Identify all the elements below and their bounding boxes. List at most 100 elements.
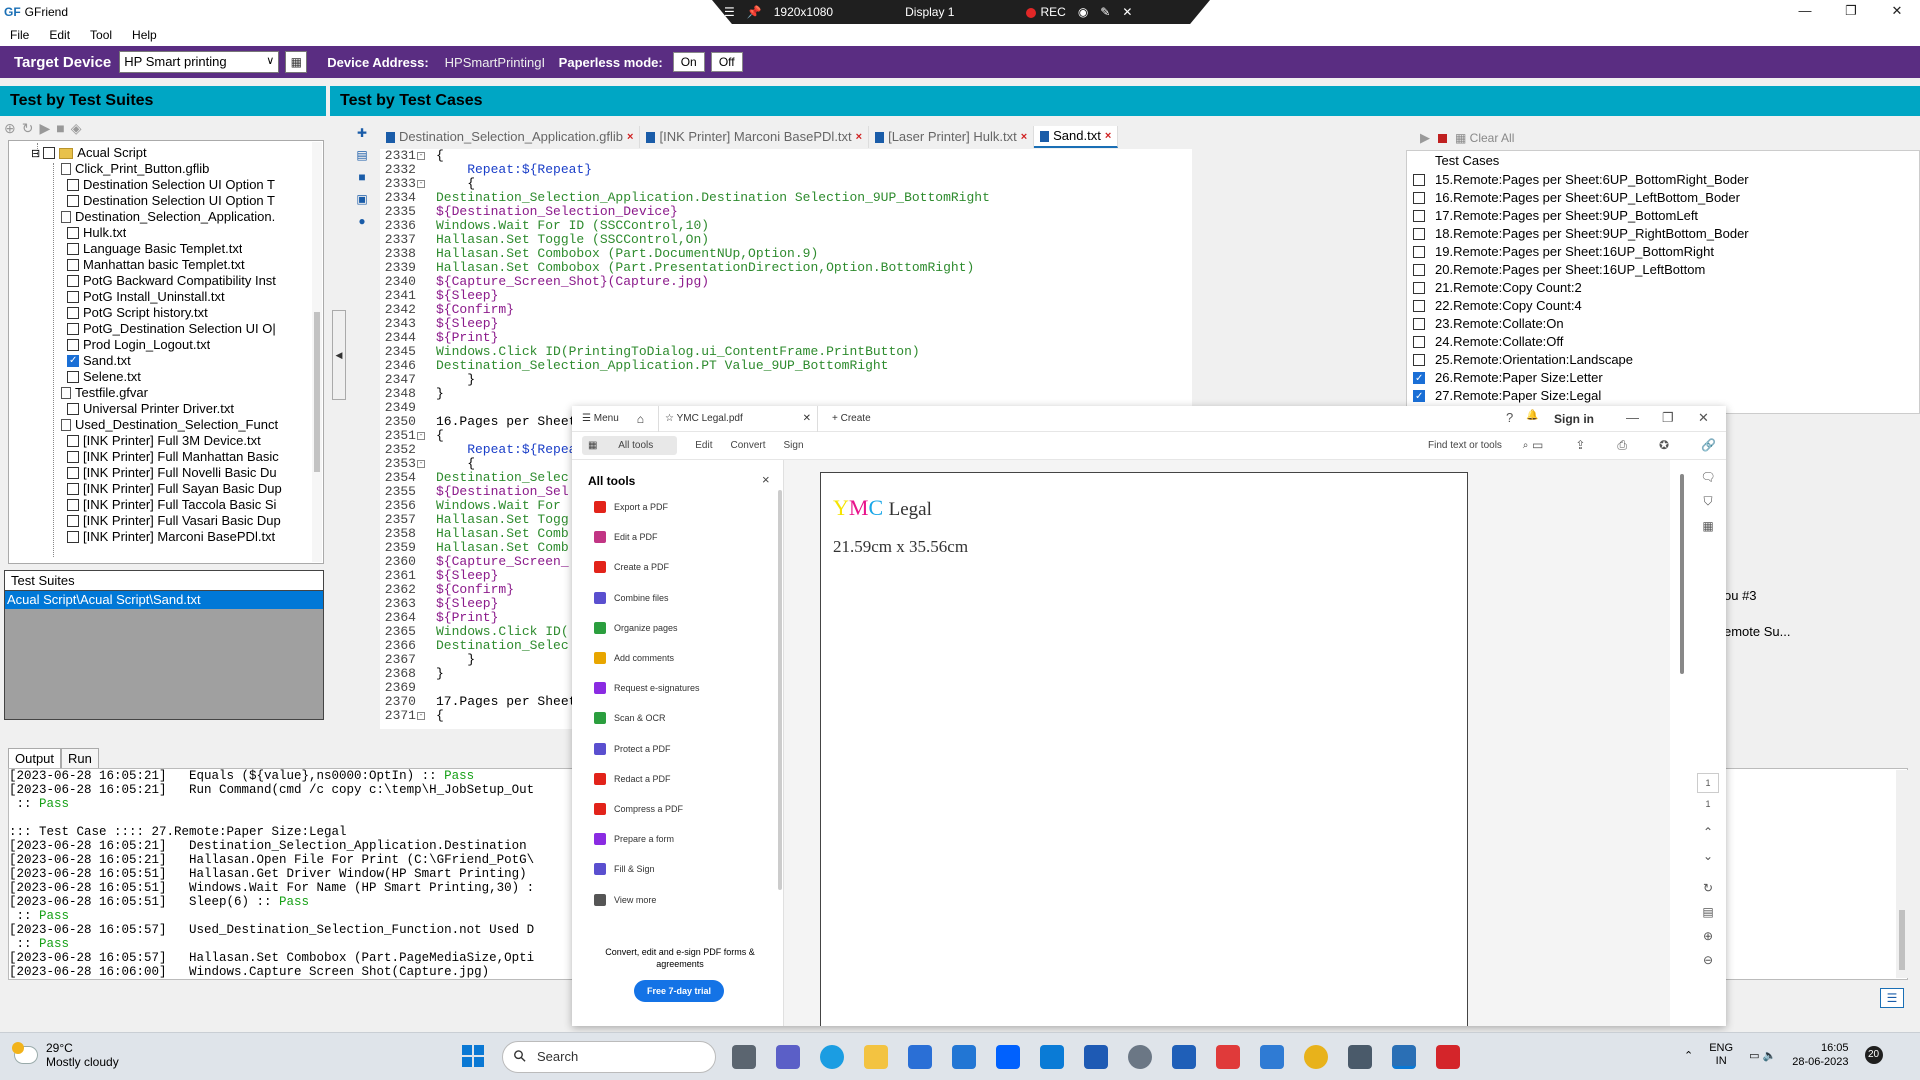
- sign-tab[interactable]: Sign: [784, 440, 804, 451]
- tree-item[interactable]: [INK Printer] Full Manhattan Basic: [67, 449, 279, 465]
- tree-item[interactable]: Destination Selection UI Option T: [67, 193, 275, 209]
- tree-item[interactable]: [INK Printer] Full Novelli Basic Du: [67, 465, 277, 481]
- tree-item[interactable]: Language Basic Templet.txt: [67, 241, 242, 257]
- test-case-item[interactable]: 27.Remote:Paper Size:Legal: [1407, 387, 1919, 406]
- file-explorer-icon[interactable]: [864, 1045, 888, 1069]
- tree-checkbox[interactable]: [67, 274, 79, 287]
- taskbar-search[interactable]: Search: [502, 1041, 716, 1073]
- tree-item[interactable]: Universal Printer Driver.txt: [67, 401, 234, 417]
- test-case-checkbox[interactable]: [1413, 353, 1425, 366]
- all-tools-close-icon[interactable]: ×: [762, 472, 770, 487]
- test-case-checkbox[interactable]: [1413, 281, 1425, 294]
- test-case-item[interactable]: 16.Remote:Pages per Sheet:6UP_LeftBottom…: [1407, 189, 1919, 207]
- comment-icon[interactable]: 🗨: [1700, 470, 1715, 484]
- mobaxterm-icon[interactable]: [1040, 1045, 1064, 1069]
- tree-item[interactable]: Used_Destination_Selection_Funct: [61, 417, 278, 433]
- menu-edit[interactable]: Edit: [39, 28, 80, 42]
- gfriend-taskbar-icon[interactable]: [1392, 1045, 1416, 1069]
- code-line[interactable]: Destination_Selection_Application.Destin…: [436, 191, 1192, 205]
- tools-scrollbar[interactable]: [778, 490, 782, 890]
- test-case-item[interactable]: 26.Remote:Paper Size:Letter: [1407, 369, 1919, 388]
- save-icon[interactable]: ■: [355, 170, 369, 184]
- page-extract-icon[interactable]: ▤: [1702, 905, 1713, 919]
- fold-toggle-icon[interactable]: -: [417, 712, 425, 720]
- clock[interactable]: 16:05 28-06-2023: [1792, 1041, 1848, 1069]
- tree-checkbox[interactable]: [67, 450, 79, 463]
- tree-item[interactable]: Testfile.gfvar: [61, 385, 148, 401]
- save-all-icon[interactable]: ▣: [355, 192, 369, 206]
- new-file-icon[interactable]: ✚: [355, 126, 369, 140]
- ai-assistant-icon[interactable]: ✪: [1659, 438, 1669, 453]
- recorder-rec-button[interactable]: REC: [1026, 5, 1066, 19]
- test-case-item[interactable]: 18.Remote:Pages per Sheet:9UP_RightBotto…: [1407, 225, 1919, 243]
- fold-toggle-icon[interactable]: -: [417, 152, 425, 160]
- save-pdf-icon[interactable]: ▭: [1532, 438, 1543, 453]
- tree-checkbox[interactable]: [67, 514, 79, 527]
- tool-item[interactable]: Organize pages: [594, 619, 678, 637]
- print-icon[interactable]: ⎙: [1617, 438, 1627, 453]
- target-device-select[interactable]: HP Smart printing: [119, 51, 280, 73]
- run-icon[interactable]: ▶: [1420, 130, 1430, 146]
- tree-checkbox[interactable]: [67, 306, 79, 319]
- settings-icon[interactable]: ◈: [71, 120, 82, 137]
- code-line[interactable]: Repeat:${Repeat}: [436, 163, 1192, 177]
- test-case-item[interactable]: 24.Remote:Collate:Off: [1407, 333, 1919, 351]
- network-volume-icon[interactable]: ▭ 🔈: [1749, 1049, 1776, 1062]
- tree-item[interactable]: Destination_Selection_Application.: [61, 209, 275, 225]
- menu-file[interactable]: File: [0, 28, 39, 42]
- tool-item[interactable]: Redact a PDF: [594, 770, 671, 788]
- create-button[interactable]: + Create: [832, 413, 871, 424]
- test-case-item[interactable]: 22.Remote:Copy Count:4: [1407, 297, 1919, 315]
- code-line[interactable]: Destination_Selection_Application.PT Val…: [436, 359, 1192, 373]
- tree-checkbox[interactable]: [67, 258, 79, 271]
- test-case-item[interactable]: 25.Remote:Orientation:Landscape: [1407, 351, 1919, 369]
- test-case-checkbox[interactable]: [1413, 299, 1425, 312]
- test-case-item[interactable]: 20.Remote:Pages per Sheet:16UP_LeftBotto…: [1407, 261, 1919, 279]
- pdf-tab-close-icon[interactable]: ✕: [803, 406, 811, 432]
- settings-gear-icon[interactable]: [1128, 1045, 1152, 1069]
- tree-item[interactable]: Prod Login_Logout.txt: [67, 337, 210, 353]
- tool-item[interactable]: Create a PDF: [594, 558, 669, 576]
- tool-item[interactable]: Protect a PDF: [594, 740, 671, 758]
- teams-icon[interactable]: [776, 1045, 800, 1069]
- output-scrollbar[interactable]: [1896, 770, 1908, 978]
- code-line[interactable]: {: [436, 177, 1192, 191]
- tool-item[interactable]: Compress a PDF: [594, 800, 683, 818]
- editor-tab[interactable]: Destination_Selection_Application.gflib ×: [380, 126, 641, 148]
- pdf-scrollbar[interactable]: [1680, 474, 1684, 674]
- tab-close-icon[interactable]: ×: [1021, 126, 1027, 148]
- tree-folder[interactable]: ⊟ Acual Script: [31, 145, 147, 161]
- tool-item[interactable]: View more: [594, 891, 656, 909]
- tool-item[interactable]: Request e-signatures: [594, 679, 700, 697]
- tree-checkbox[interactable]: [67, 498, 79, 511]
- all-tools-button[interactable]: ▦ All tools: [582, 436, 678, 455]
- test-case-checkbox[interactable]: [1413, 191, 1425, 204]
- tool-item[interactable]: Fill & Sign: [594, 860, 655, 878]
- bookmark-icon[interactable]: ⛉: [1703, 494, 1712, 509]
- tool-item[interactable]: Export a PDF: [594, 498, 668, 516]
- language-indicator[interactable]: ENG IN: [1709, 1042, 1733, 1068]
- log-view-icon[interactable]: ☰: [1880, 988, 1904, 1008]
- test-case-item[interactable]: 19.Remote:Pages per Sheet:16UP_BottomRig…: [1407, 243, 1919, 261]
- code-line[interactable]: ${Sleep}: [436, 317, 1192, 331]
- globe-icon[interactable]: ●: [355, 214, 369, 228]
- pdf-close-button[interactable]: ✕: [1698, 410, 1709, 426]
- tab-run[interactable]: Run: [61, 748, 99, 768]
- play-icon[interactable]: ▶: [39, 120, 50, 137]
- pdf-document-tab[interactable]: ☆ YMC Legal.pdf ✕: [658, 406, 819, 432]
- rotate-icon[interactable]: ↻: [1703, 881, 1713, 895]
- device-address-value[interactable]: HPSmartPrintingI: [445, 55, 549, 70]
- test-case-checkbox[interactable]: [1413, 388, 1425, 406]
- test-case-item[interactable]: 15.Remote:Pages per Sheet:6UP_BottomRigh…: [1407, 171, 1919, 189]
- convert-tab[interactable]: Convert: [730, 440, 765, 451]
- tool-item[interactable]: Edit a PDF: [594, 528, 658, 546]
- minimize-button[interactable]: —: [1782, 0, 1828, 24]
- open-file-icon[interactable]: ▤: [355, 148, 369, 162]
- refresh-icon[interactable]: ↻: [22, 120, 34, 137]
- editor-tab[interactable]: [INK Printer] Marconi BasePDl.txt ×: [640, 126, 870, 148]
- home-icon[interactable]: ⌂: [637, 412, 644, 426]
- fold-toggle-icon[interactable]: -: [417, 180, 425, 188]
- tree-checkbox[interactable]: [43, 146, 56, 159]
- tree-item[interactable]: Manhattan basic Templet.txt: [67, 257, 245, 273]
- tab-close-icon[interactable]: ×: [856, 126, 862, 148]
